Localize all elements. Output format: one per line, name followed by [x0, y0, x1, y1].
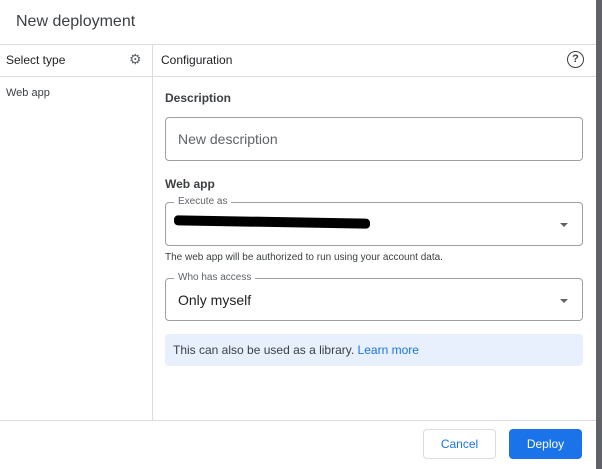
learn-more-link[interactable]: Learn more [358, 343, 419, 357]
deploy-button[interactable]: Deploy [509, 429, 582, 459]
description-label: Description [165, 91, 232, 105]
divider [0, 76, 596, 77]
who-has-access-value: Only myself [178, 292, 252, 308]
execute-as-label: Execute as [174, 196, 232, 207]
who-has-access-label: Who has access [174, 272, 256, 283]
gear-icon[interactable]: ⚙ [129, 52, 143, 66]
info-text: This can also be used as a library. [173, 343, 355, 357]
sidebar-item-web-app[interactable]: Web app [6, 87, 50, 99]
configuration-heading: Configuration [161, 53, 233, 67]
divider [0, 420, 596, 421]
divider [152, 44, 153, 420]
select-type-heading: Select type [6, 53, 66, 67]
help-icon[interactable]: ? [567, 51, 584, 68]
execute-as-select[interactable]: Execute as [165, 196, 583, 246]
dropdown-arrow-icon [560, 299, 568, 303]
redacted-account [173, 215, 371, 229]
dropdown-arrow-icon [560, 223, 568, 227]
dialog-title: New deployment [16, 13, 136, 30]
library-info-banner: This can also be used as a library. Lear… [165, 334, 583, 366]
who-has-access-select[interactable]: Who has access Only myself [165, 272, 583, 321]
web-app-label: Web app [165, 177, 215, 191]
description-input[interactable]: New description [165, 117, 583, 161]
execute-as-hint: The web app will be authorized to run us… [165, 252, 443, 263]
divider [0, 44, 596, 45]
window-edge [596, 0, 602, 469]
description-placeholder: New description [178, 131, 278, 147]
cancel-button[interactable]: Cancel [423, 429, 496, 459]
